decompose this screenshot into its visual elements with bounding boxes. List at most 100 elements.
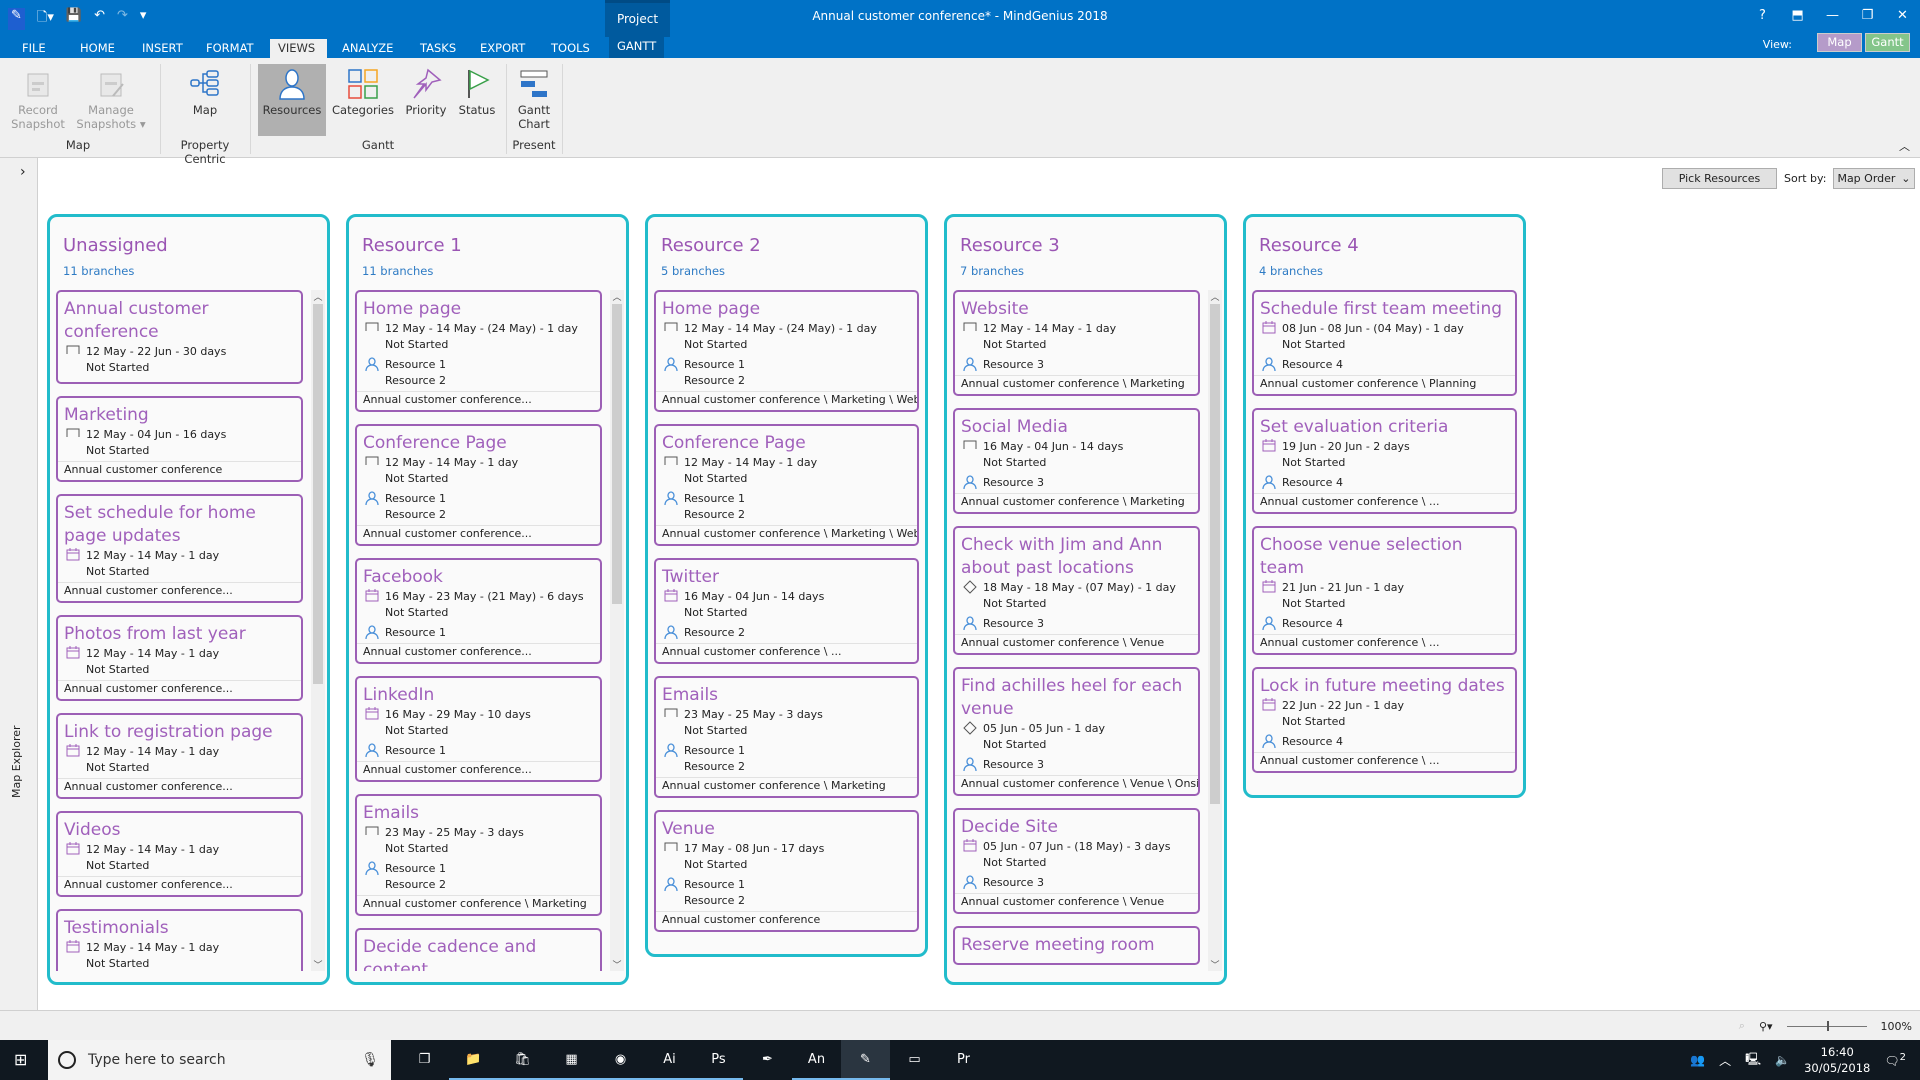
scrollbar-thumb[interactable]	[1210, 304, 1220, 804]
resource-row: Resource 1	[656, 877, 917, 893]
categories-button[interactable]: Categories	[332, 64, 394, 117]
tab-tools[interactable]: TOOLS	[543, 39, 598, 58]
task-card[interactable]: LinkedIn 16 May - 29 May - 10 days Not Sta…	[355, 676, 602, 782]
tab-analyze[interactable]: ANALYZE	[334, 39, 401, 58]
tab-export[interactable]: EXPORT	[472, 39, 533, 58]
task-card[interactable]: Photos from last year 12 May - 14 May - 1…	[56, 615, 303, 701]
scroll-up-icon[interactable]: ︿	[610, 290, 624, 303]
taskbar-app-app-icon[interactable]: ✒	[743, 1040, 792, 1080]
vertical-scrollbar[interactable]: ︿ ﹀	[610, 290, 624, 971]
collapse-ribbon-icon[interactable]: ︿	[1899, 138, 1910, 154]
resource-name: Resource 1	[684, 744, 745, 757]
priority-button[interactable]: Priority	[402, 64, 450, 117]
task-view-icon[interactable]: ❐	[400, 1040, 449, 1080]
scrollbar-thumb[interactable]	[313, 304, 323, 684]
taskbar-app-file-explorer-icon[interactable]: 📁	[449, 1040, 498, 1080]
taskbar-app-photoshop-icon[interactable]: Ps	[694, 1040, 743, 1080]
scroll-up-icon[interactable]: ︿	[311, 290, 325, 303]
task-card[interactable]: Set evaluation criteria 19 Jun - 20 Jun -…	[1252, 408, 1517, 514]
taskbar-app-chrome-icon[interactable]: ◉	[596, 1040, 645, 1080]
expand-chevron-icon[interactable]: ›	[20, 164, 26, 180]
task-card[interactable]: Schedule first team meeting 08 Jun - 08 J…	[1252, 290, 1517, 396]
task-card[interactable]: Marketing 12 May - 04 Jun - 16 days Not St…	[56, 396, 303, 482]
taskbar-app-store-icon[interactable]: 🛍	[498, 1040, 547, 1080]
view-map-button[interactable]: Map	[1817, 33, 1862, 52]
task-card[interactable]: Website 12 May - 14 May - 1 day Not Starte…	[953, 290, 1200, 396]
people-icon[interactable]: 👥	[1690, 1053, 1705, 1067]
microphone-icon[interactable]: 🎙	[361, 1040, 379, 1080]
record-snapshot-button[interactable]: Record Snapshot	[10, 64, 66, 131]
scrollbar-thumb[interactable]	[612, 304, 622, 604]
zoom-fit-icon[interactable]: ⌕	[1739, 1019, 1745, 1033]
vertical-scrollbar[interactable]: ︿ ﹀	[1208, 290, 1222, 971]
date-row: 05 Jun - 05 Jun - 1 day	[955, 721, 1198, 737]
status-button[interactable]: Status	[455, 64, 499, 117]
task-card[interactable]: Emails 23 May - 25 May - 3 days Not Starte…	[654, 676, 919, 798]
taskbar-app-illustrator-icon[interactable]: Ai	[645, 1040, 694, 1080]
task-card[interactable]: Find achilles heel for each venue 05 Jun …	[953, 667, 1200, 796]
taskbar-app-mindgenius-icon[interactable]: ✎	[841, 1040, 890, 1080]
taskbar-app-app-grid-icon[interactable]: ▦	[547, 1040, 596, 1080]
sort-by-select[interactable]: Map Order ⌄	[1833, 168, 1916, 189]
date-row: 12 May - 22 Jun - 30 days	[58, 344, 301, 360]
task-card[interactable]: Check with Jim and Ann about past locati…	[953, 526, 1200, 655]
clock[interactable]: 16:40 30/05/2018	[1804, 1044, 1870, 1076]
task-card[interactable]: Home page 12 May - 14 May - (24 May) - 1 …	[355, 290, 602, 412]
task-card[interactable]: Videos 12 May - 14 May - 1 day Not Started…	[56, 811, 303, 897]
task-card[interactable]: Decide Site 05 Jun - 07 Jun - (18 May) - …	[953, 808, 1200, 914]
task-card[interactable]: Testimonials 12 May - 14 May - 1 day Not S…	[56, 909, 303, 971]
task-card[interactable]: Twitter 16 May - 04 Jun - 14 days Not Star…	[654, 558, 919, 664]
network-icon[interactable]: 🖳	[1745, 1050, 1761, 1071]
task-card[interactable]: Emails 23 May - 25 May - 3 days Not Starte…	[355, 794, 602, 916]
view-gantt-button[interactable]: Gantt	[1865, 33, 1910, 52]
scroll-down-icon[interactable]: ﹀	[311, 958, 325, 971]
scroll-down-icon[interactable]: ﹀	[610, 958, 624, 971]
minimize-button[interactable]: —	[1815, 0, 1850, 23]
volume-icon[interactable]: 🔈	[1775, 1053, 1790, 1067]
zoom-menu-icon[interactable]: ⚲▾	[1759, 1020, 1773, 1033]
taskbar-app-animate-icon[interactable]: An	[792, 1040, 841, 1080]
task-card[interactable]: Reserve meeting room	[953, 926, 1200, 965]
action-center-icon[interactable]: 🗨2	[1884, 1052, 1906, 1068]
task-card[interactable]: Annual customer conference 12 May - 22 Ju…	[56, 290, 303, 384]
tab-format[interactable]: FORMAT	[198, 39, 262, 58]
task-card[interactable]: Venue 17 May - 08 Jun - 17 days Not Starte…	[654, 810, 919, 932]
taskbar-app-app-icon[interactable]: ▭	[890, 1040, 939, 1080]
close-button[interactable]: ✕	[1885, 0, 1920, 23]
tab-insert[interactable]: INSERT	[134, 39, 191, 58]
map-button[interactable]: Map	[180, 64, 230, 117]
task-card[interactable]: Set schedule for home page updates 12 May…	[56, 494, 303, 603]
zoom-slider[interactable]	[1786, 1020, 1867, 1031]
restore-button[interactable]: ❐	[1850, 0, 1885, 23]
resources-button[interactable]: Resources	[258, 64, 326, 136]
vertical-scrollbar[interactable]: ︿ ﹀	[311, 290, 325, 971]
show-hidden-icons[interactable]: ︿	[1719, 1052, 1731, 1069]
task-card[interactable]: Lock in future meeting dates 22 Jun - 22 …	[1252, 667, 1517, 773]
manage-snapshots-button[interactable]: Manage Snapshots ▾	[76, 64, 146, 131]
task-card[interactable]: Link to registration page 12 May - 14 May…	[56, 713, 303, 799]
task-path: Annual customer conference \ Venue	[955, 893, 1198, 912]
taskbar-app-premiere-icon[interactable]: Pr	[939, 1040, 988, 1080]
tab-home[interactable]: HOME	[72, 39, 123, 58]
help-button[interactable]: ?	[1745, 0, 1780, 23]
task-card[interactable]: Conference Page 12 May - 14 May - 1 day No…	[355, 424, 602, 546]
ribbon-display-button[interactable]: ⬒	[1780, 0, 1815, 23]
task-card[interactable]: Decide cadence and content	[355, 928, 602, 971]
tab-tasks[interactable]: TASKS	[412, 39, 464, 58]
taskbar-search[interactable]: Type here to search 🎙	[48, 1040, 391, 1080]
tab-views[interactable]: VIEWS	[270, 39, 327, 58]
windows-start-icon[interactable]: ⊞	[14, 1050, 27, 1069]
tab-file[interactable]: FILE	[14, 39, 54, 58]
tab-gantt[interactable]: GANTT	[609, 37, 665, 58]
scroll-down-icon[interactable]: ﹀	[1208, 958, 1222, 971]
pick-resources-button[interactable]: Pick Resources	[1662, 168, 1777, 189]
task-card[interactable]: Facebook 16 May - 23 May - (21 May) - 6 d…	[355, 558, 602, 664]
task-card[interactable]: Social Media 16 May - 04 Jun - 14 days Not…	[953, 408, 1200, 514]
task-card[interactable]: Home page 12 May - 14 May - (24 May) - 1 …	[654, 290, 919, 412]
map-explorer-panel[interactable]: › Map Explorer	[0, 158, 38, 1010]
scroll-up-icon[interactable]: ︿	[1208, 290, 1222, 303]
resource-name: Resource 2	[684, 894, 745, 907]
task-card[interactable]: Choose venue selection team 21 Jun - 21 J…	[1252, 526, 1517, 655]
gantt-chart-button[interactable]: Gantt Chart	[512, 64, 556, 131]
task-card[interactable]: Conference Page 12 May - 14 May - 1 day No…	[654, 424, 919, 546]
